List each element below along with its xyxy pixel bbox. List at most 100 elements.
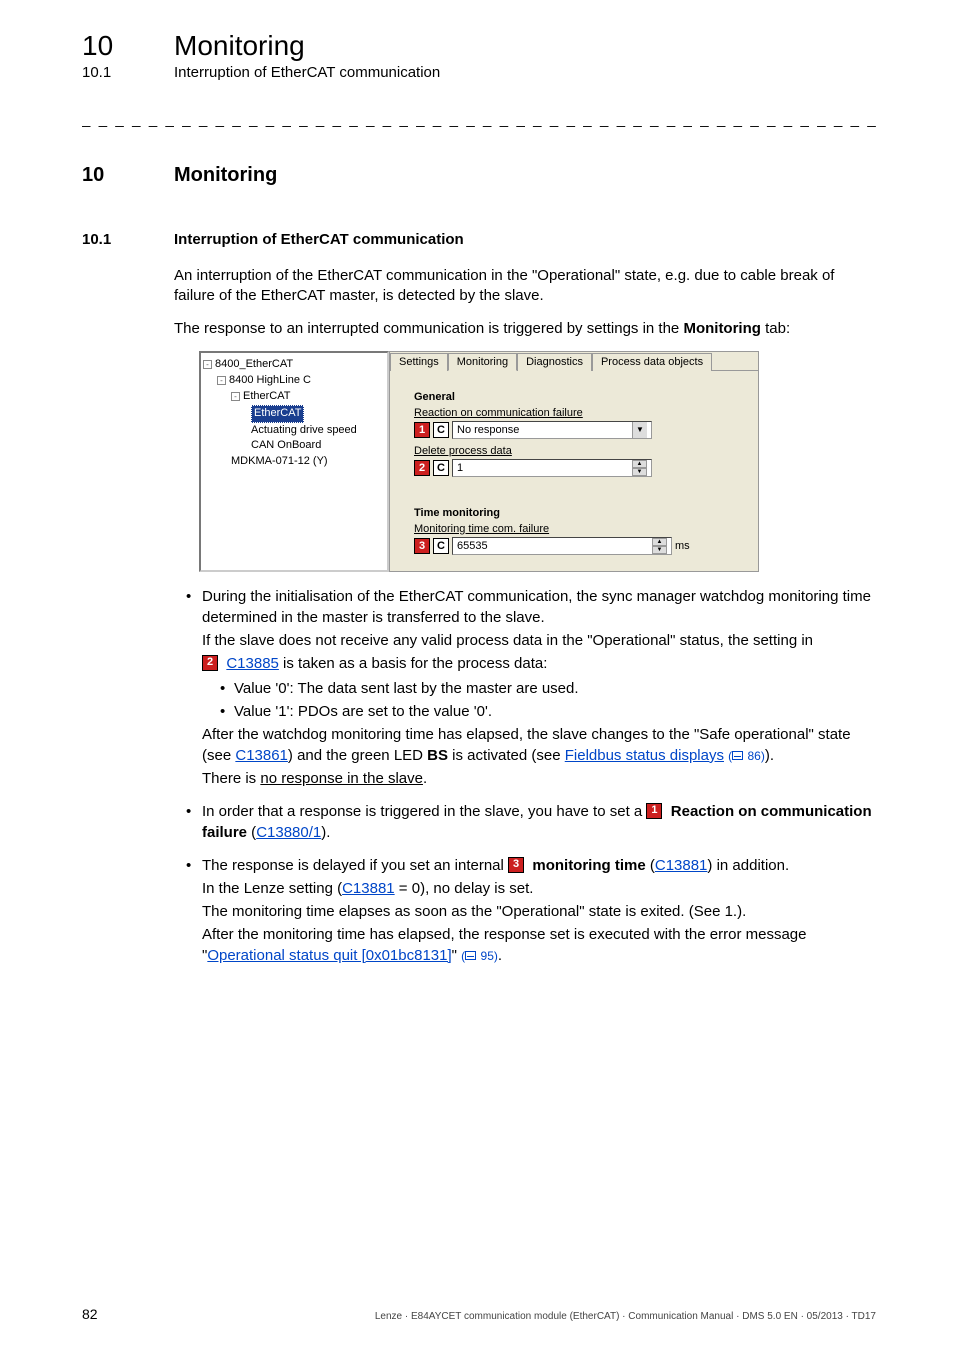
- tree-collapse-icon: -: [203, 360, 212, 369]
- tab-settings: Settings: [390, 353, 448, 371]
- b1-p2: If the slave does not receive any valid …: [202, 630, 876, 651]
- page-ref-86[interactable]: ( 86): [728, 749, 765, 763]
- b3-p3: The monitoring time elapses as soon as t…: [202, 901, 876, 922]
- tree-node-root: 8400_EtherCAT: [215, 357, 293, 373]
- label-monitoring-time: Monitoring time com. failure: [414, 523, 742, 535]
- b1-p4b: ) and the green LED: [288, 747, 427, 764]
- intro-para-2: The response to an interrupted communica…: [174, 319, 876, 339]
- b1-p3: is taken as a basis for the process data…: [279, 655, 547, 672]
- spin-up-icon: ▲: [652, 538, 667, 546]
- intro-para-1: An interruption of the EtherCAT communic…: [174, 266, 876, 307]
- b1-p5b: .: [423, 770, 427, 787]
- spinner-monitoring-time-value: 65535: [457, 540, 652, 552]
- page-number: 82: [82, 1306, 98, 1322]
- callout-3-inline: 3: [508, 857, 524, 873]
- intro-p2-a: The response to an interrupted communica…: [174, 320, 683, 337]
- b3-p4b: ": [452, 947, 462, 964]
- link-c13880-1[interactable]: C13880/1: [256, 824, 321, 841]
- bullet-3: The response is delayed if you set an in…: [174, 855, 876, 966]
- spinner-monitoring-time: 65535 ▲▼: [452, 537, 672, 555]
- tree-collapse-icon: -: [217, 376, 226, 385]
- book-icon: [732, 751, 743, 760]
- chevron-down-icon: ▼: [632, 422, 647, 438]
- page-footer: 82 Lenze · E84AYCET communication module…: [82, 1306, 876, 1322]
- bullet-1: During the initialisation of the EtherCA…: [174, 586, 876, 789]
- tree-node-ethercat-group: EtherCAT: [243, 389, 290, 405]
- c-marker: C: [433, 538, 449, 554]
- page-ref-95-num: 95: [481, 949, 494, 963]
- b1-sub2: Value '1': PDOs are set to the value '0'…: [220, 701, 876, 722]
- c-marker: C: [433, 460, 449, 476]
- link-c13861[interactable]: C13861: [235, 747, 288, 764]
- spin-down-icon: ▼: [632, 468, 647, 476]
- b3-p2a: In the Lenze setting (: [202, 880, 342, 897]
- tab-monitoring: Monitoring: [448, 353, 517, 371]
- tree-collapse-icon: -: [231, 392, 240, 401]
- bullet-2: In order that a response is triggered in…: [174, 801, 876, 843]
- settings-panel: Settings Monitoring Diagnostics Process …: [389, 351, 759, 572]
- b1-p4-bold: BS: [427, 747, 448, 764]
- section-num: 10: [82, 164, 174, 187]
- unit-ms: ms: [675, 540, 690, 552]
- callout-2-inline: 2: [202, 655, 218, 671]
- intro-p2-bold: Monitoring: [683, 320, 760, 337]
- b3-p1c: ) in addition.: [707, 857, 789, 874]
- spinner-delete: 1 ▲▼: [452, 459, 652, 477]
- footer-text: Lenze · E84AYCET communication module (E…: [375, 1311, 876, 1322]
- running-section-num: 10.1: [82, 64, 174, 81]
- book-icon: [465, 951, 476, 960]
- section-title: Monitoring: [174, 164, 277, 187]
- link-c13885[interactable]: C13885: [226, 655, 279, 672]
- link-fieldbus-status[interactable]: Fieldbus status displays: [565, 747, 724, 764]
- b1-p4c: is activated (see: [448, 747, 565, 764]
- group-general-title: General: [414, 391, 742, 403]
- running-section-title: Interruption of EtherCAT communication: [174, 64, 440, 81]
- b3-p1a: The response is delayed if you set an in…: [202, 857, 508, 874]
- callout-1: 1: [414, 422, 430, 438]
- running-chapter-num: 10: [82, 30, 174, 62]
- spin-up-icon: ▲: [632, 460, 647, 468]
- b3-p1-bold: monitoring time: [532, 857, 645, 874]
- project-tree: -8400_EtherCAT -8400 HighLine C -EtherCA…: [199, 351, 389, 572]
- tab-process-data: Process data objects: [592, 353, 712, 371]
- c-marker: C: [433, 422, 449, 438]
- callout-2: 2: [414, 460, 430, 476]
- intro-p2-c: tab:: [761, 320, 790, 337]
- b3-p2b: = 0), no delay is set.: [395, 880, 534, 897]
- b1-p5-underline: no response in the slave: [260, 770, 423, 787]
- tree-node-motor: MDKMA-071-12 (Y): [231, 454, 328, 470]
- link-c13881-b[interactable]: C13881: [342, 880, 395, 897]
- tree-node-ethercat-selected: EtherCAT: [251, 405, 304, 423]
- b2-p1a: In order that a response is triggered in…: [202, 803, 646, 820]
- callout-1-inline: 1: [646, 803, 662, 819]
- tree-node-can: CAN OnBoard: [251, 438, 321, 454]
- spinner-delete-value: 1: [457, 462, 632, 474]
- group-time-title: Time monitoring: [414, 507, 742, 519]
- subsection-num: 10.1: [82, 231, 174, 248]
- page-ref-95[interactable]: ( 95): [461, 949, 498, 963]
- tree-node-actuating: Actuating drive speed: [251, 423, 357, 439]
- page-ref-86-num: 86: [748, 749, 761, 763]
- running-chapter-title: Monitoring: [174, 30, 305, 62]
- callout-3: 3: [414, 538, 430, 554]
- label-reaction: Reaction on communication failure: [414, 407, 742, 419]
- b1-p1: During the initialisation of the EtherCA…: [202, 588, 871, 626]
- subsection-title: Interruption of EtherCAT communication: [174, 231, 464, 248]
- divider-dashes: _ _ _ _ _ _ _ _ _ _ _ _ _ _ _ _ _ _ _ _ …: [82, 111, 876, 128]
- spin-down-icon: ▼: [652, 546, 667, 554]
- dropdown-reaction: No response ▼: [452, 421, 652, 439]
- b3-p4c: .: [498, 947, 502, 964]
- b1-p5a: There is: [202, 770, 260, 787]
- dropdown-reaction-value: No response: [457, 424, 519, 436]
- b3-p1b: (: [646, 857, 655, 874]
- link-op-status-quit[interactable]: Operational status quit [0x01bc8131]: [207, 947, 451, 964]
- tab-diagnostics: Diagnostics: [517, 353, 592, 371]
- b2-p1b: (: [247, 824, 256, 841]
- link-c13881-a[interactable]: C13881: [655, 857, 708, 874]
- b1-sub1: Value '0': The data sent last by the mas…: [220, 678, 876, 699]
- settings-figure: -8400_EtherCAT -8400 HighLine C -EtherCA…: [199, 351, 759, 572]
- b1-p4d: ).: [765, 747, 774, 764]
- b2-p1c: ).: [321, 824, 330, 841]
- tree-node-device: 8400 HighLine C: [229, 373, 311, 389]
- label-delete-process-data: Delete process data: [414, 445, 742, 457]
